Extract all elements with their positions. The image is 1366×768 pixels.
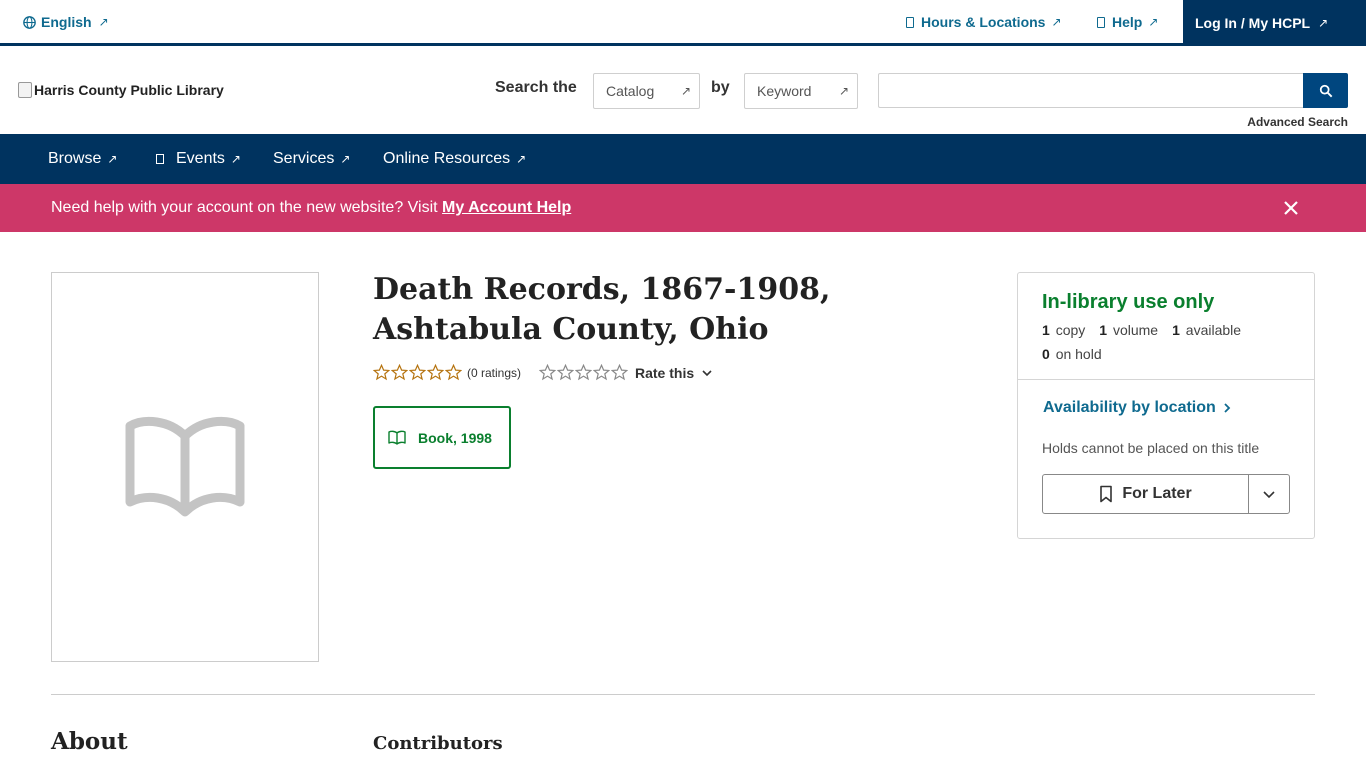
logo-alt-text: Harris County Public Library	[34, 82, 224, 98]
for-later-label: For Later	[1122, 485, 1192, 502]
chevron-down-icon	[1263, 491, 1275, 499]
help-icon	[1097, 16, 1105, 28]
utility-bar: English ↗ Hours & Locations ↗ Help ↗ Log…	[0, 0, 1366, 46]
holds-note: Holds cannot be placed on this title	[1042, 440, 1260, 456]
nav-browse[interactable]: Browse ↗	[48, 150, 117, 168]
search-the-label: Search the	[495, 79, 577, 96]
contributors-heading: Contributors	[373, 733, 503, 754]
calendar-icon	[156, 154, 164, 164]
availability-panel: In-library use only 1 copy 1 volume 1 avai…	[1017, 272, 1315, 539]
external-link-icon: ↗	[107, 152, 118, 166]
section-divider	[51, 694, 1315, 695]
search-button[interactable]	[1303, 73, 1348, 108]
star-outline-icon	[373, 364, 390, 381]
search-input[interactable]	[878, 73, 1304, 108]
format-label: Book, 1998	[418, 429, 492, 446]
login-button[interactable]: Log In / My HCPL ↗	[1183, 0, 1366, 46]
external-link-icon: ↗	[1318, 16, 1329, 30]
star-outline-icon	[593, 364, 610, 381]
external-link-icon: ↗	[516, 152, 527, 166]
external-link-icon: ↗	[680, 84, 691, 98]
star-outline-icon	[575, 364, 592, 381]
help-label: Help	[1112, 14, 1143, 30]
by-label: by	[711, 79, 730, 96]
star-outline-icon	[391, 364, 408, 381]
nav-services-label: Services	[273, 150, 335, 167]
language-label: English	[41, 14, 92, 30]
available-count: 1	[1172, 322, 1180, 338]
nav-events-label: Events	[176, 150, 225, 167]
hours-label: Hours & Locations	[921, 14, 1046, 30]
average-rating: (0 ratings)	[373, 364, 521, 381]
banner-message: Need help with your account on the new w…	[51, 199, 571, 217]
star-outline-icon	[427, 364, 444, 381]
nav-services[interactable]: Services ↗	[273, 150, 350, 168]
library-logo[interactable]: Harris County Public Library	[18, 82, 224, 98]
star-outline-icon	[445, 364, 462, 381]
hours-locations-link[interactable]: Hours & Locations ↗	[906, 14, 1062, 30]
availability-by-location-label: Availability by location	[1043, 399, 1216, 416]
star-outline-icon	[539, 364, 556, 381]
shelf-options-button[interactable]	[1248, 474, 1290, 514]
book-icon	[388, 430, 406, 445]
language-selector[interactable]: English ↗	[23, 14, 109, 30]
volumes-label: volume	[1112, 322, 1159, 338]
help-link[interactable]: Help ↗	[1097, 14, 1158, 30]
close-icon[interactable]	[1281, 198, 1301, 218]
nav-browse-label: Browse	[48, 150, 102, 167]
star-outline-icon	[409, 364, 426, 381]
globe-icon	[23, 15, 36, 29]
search-scope-value: Catalog	[606, 83, 655, 99]
login-label: Log In / My HCPL	[1195, 15, 1311, 31]
external-link-icon: ↗	[1148, 15, 1159, 29]
bookmark-icon	[1100, 485, 1113, 503]
copy-counts: 1 copy 1 volume 1 available	[1042, 322, 1241, 338]
external-link-icon: ↗	[1051, 15, 1062, 29]
account-help-banner: Need help with your account on the new w…	[0, 184, 1366, 232]
volumes-count: 1	[1099, 322, 1108, 338]
format-card[interactable]: Book, 1998	[373, 406, 511, 469]
availability-by-location-link[interactable]: Availability by location	[1043, 399, 1232, 417]
banner-text: Need help with your account on the new w…	[51, 199, 443, 216]
for-later-button[interactable]: For Later	[1042, 474, 1249, 514]
external-link-icon: ↗	[838, 84, 849, 98]
panel-divider	[1018, 379, 1314, 380]
about-heading: About	[51, 728, 128, 755]
cover-placeholder	[51, 272, 319, 662]
rate-this-label: Rate this	[635, 364, 695, 381]
nav-events[interactable]: Events ↗	[156, 150, 241, 168]
external-link-icon: ↗	[230, 152, 241, 166]
external-link-icon: ↗	[340, 152, 351, 166]
available-label: available	[1185, 322, 1242, 338]
book-icon	[125, 416, 245, 517]
broken-image-icon	[18, 82, 32, 98]
rate-this-button[interactable]: Rate this	[539, 364, 714, 381]
advanced-search-link[interactable]: Advanced Search	[1247, 115, 1348, 129]
item-title: Death Records, 1867-1908, Ashtabula Coun…	[373, 272, 831, 347]
availability-status: In-library use only	[1042, 291, 1215, 313]
copies-label: copy	[1055, 322, 1086, 338]
copies-count: 1	[1042, 322, 1050, 338]
chevron-right-icon	[1224, 403, 1231, 413]
chevron-down-icon	[702, 369, 712, 376]
external-link-icon: ↗	[98, 15, 109, 29]
hold-label: on hold	[1055, 346, 1102, 362]
hold-count: 0	[1042, 346, 1050, 362]
account-help-link[interactable]: My Account Help	[442, 199, 571, 216]
search-type-value: Keyword	[757, 83, 812, 99]
search-type-select[interactable]: Keyword ↗	[744, 73, 858, 109]
rating-count: (0 ratings)	[467, 365, 522, 380]
search-scope-select[interactable]: Catalog ↗	[593, 73, 700, 109]
main-navigation: Browse ↗ Events ↗ Services ↗ Online Reso…	[0, 134, 1366, 184]
nav-online-resources[interactable]: Online Resources ↗	[383, 150, 526, 168]
search-icon	[1319, 84, 1332, 97]
nav-online-label: Online Resources	[383, 150, 511, 167]
location-icon	[906, 16, 914, 28]
hold-counts: 0 on hold	[1042, 346, 1102, 362]
star-outline-icon	[557, 364, 574, 381]
star-outline-icon	[611, 364, 628, 381]
